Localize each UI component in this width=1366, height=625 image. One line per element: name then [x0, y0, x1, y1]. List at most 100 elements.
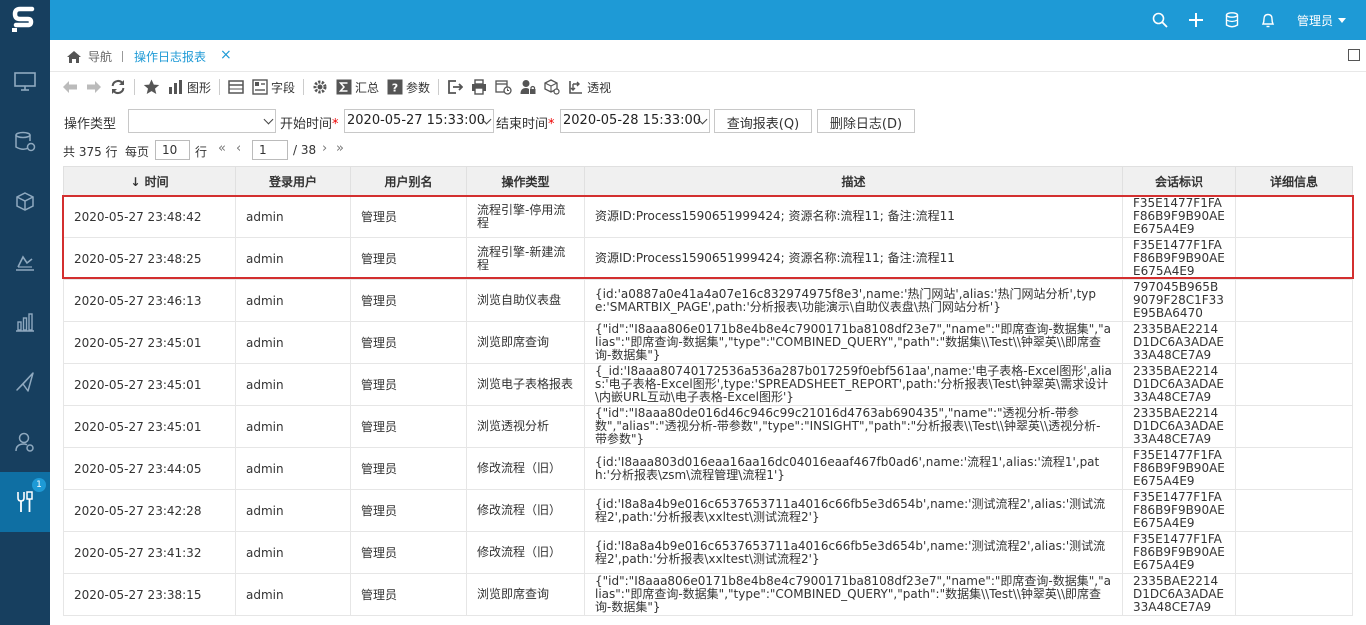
- header-session[interactable]: 会话标识: [1122, 166, 1236, 196]
- cell-detail[interactable]: [1235, 363, 1353, 406]
- print-button[interactable]: [467, 76, 491, 98]
- plus-icon[interactable]: [1187, 11, 1205, 29]
- cell-desc: {"id":"I8aaa806e0171b8e4b8e4c7900171ba81…: [584, 573, 1123, 616]
- table-view-button[interactable]: [224, 76, 248, 98]
- cell-user: admin: [235, 237, 351, 280]
- sidebar-item-send[interactable]: [0, 352, 50, 412]
- sidebar: 1: [0, 40, 50, 625]
- cell-alias: 管理员: [350, 321, 467, 364]
- delete-log-button[interactable]: 删除日志(D): [817, 109, 915, 133]
- send-icon: [16, 372, 34, 392]
- favorite-button[interactable]: [139, 76, 164, 98]
- cell-session: F35E1477F1FAF86B9F9B90AEE675A4E9: [1122, 237, 1236, 280]
- start-time-select[interactable]: 2020-05-27 15:33:00: [344, 109, 494, 133]
- cell-op-type: 浏览自助仪表盘: [466, 279, 585, 322]
- tab-home[interactable]: 导航: [66, 48, 112, 65]
- cell-detail[interactable]: [1235, 531, 1353, 574]
- op-type-select[interactable]: [128, 109, 276, 133]
- page-input[interactable]: 1: [252, 140, 288, 160]
- settings-button[interactable]: [308, 76, 332, 98]
- header-time[interactable]: ↓ 时间: [63, 166, 236, 196]
- cell-detail[interactable]: [1235, 405, 1353, 448]
- per-page-input[interactable]: 10: [155, 140, 190, 160]
- field-button[interactable]: 字段: [248, 76, 299, 98]
- sidebar-item-user-settings[interactable]: [0, 412, 50, 472]
- table-row[interactable]: 2020-05-27 23:45:01 admin 管理员 浏览电子表格报表 {…: [63, 363, 1353, 406]
- table-row[interactable]: 2020-05-27 23:45:01 admin 管理员 浏览即席查询 {"i…: [63, 321, 1353, 364]
- search-icon[interactable]: [1151, 11, 1169, 29]
- sidebar-item-monitor[interactable]: [0, 52, 50, 112]
- cell-detail[interactable]: [1235, 237, 1353, 280]
- chart-button[interactable]: 图形: [164, 76, 215, 98]
- top-bar: 管理员: [0, 0, 1366, 40]
- tab-close-icon[interactable]: ×: [220, 47, 232, 63]
- cell-time: 2020-05-27 23:45:01: [63, 321, 236, 364]
- maximize-icon[interactable]: [1348, 49, 1360, 61]
- table-row[interactable]: 2020-05-27 23:44:05 admin 管理员 修改流程（旧） {i…: [63, 447, 1353, 490]
- header-op-type[interactable]: 操作类型: [466, 166, 585, 196]
- schedule-icon: [495, 80, 512, 95]
- field-icon: [252, 79, 268, 95]
- schedule-button[interactable]: [491, 76, 516, 98]
- cell-desc: {"id":"I8aaa806e0171b8e4b8e4c7900171ba81…: [584, 321, 1123, 364]
- table-row[interactable]: 2020-05-27 23:41:32 admin 管理员 修改流程（旧） {i…: [63, 531, 1353, 574]
- svg-text:?: ?: [392, 82, 398, 95]
- refresh-button[interactable]: [106, 76, 130, 98]
- first-page-button[interactable]: «: [218, 141, 226, 156]
- header-alias[interactable]: 用户别名: [350, 166, 467, 196]
- summary-button[interactable]: 汇总: [332, 76, 383, 98]
- resource-button[interactable]: [540, 76, 564, 98]
- cell-detail[interactable]: [1235, 573, 1353, 616]
- table-row[interactable]: 2020-05-27 23:48:25 admin 管理员 流程引擎-新建流程 …: [63, 237, 1353, 280]
- sidebar-item-tools[interactable]: 1: [0, 472, 50, 532]
- cell-user: admin: [235, 405, 351, 448]
- cell-desc: {id:'I8a8a4b9e016c6537653711a4016c66fb5e…: [584, 531, 1123, 574]
- total-rows: 共 375 行: [63, 145, 118, 159]
- cell-detail[interactable]: [1235, 279, 1353, 322]
- cell-time: 2020-05-27 23:46:13: [63, 279, 236, 322]
- back-button[interactable]: [58, 76, 82, 98]
- database-icon[interactable]: [1223, 11, 1241, 29]
- cell-detail[interactable]: [1235, 321, 1353, 364]
- end-time-select[interactable]: 2020-05-28 15:33:00: [560, 109, 710, 133]
- cell-detail[interactable]: [1235, 489, 1353, 532]
- cell-detail[interactable]: [1235, 195, 1353, 238]
- export-button[interactable]: [443, 76, 467, 98]
- last-page-button[interactable]: »: [336, 141, 344, 156]
- next-page-button[interactable]: ›: [322, 141, 327, 156]
- end-time-label: 结束时间*: [496, 117, 555, 132]
- cell-session: 797045B965B9079F28C1F33E95BA6470: [1122, 279, 1236, 322]
- sigma-icon: [336, 79, 352, 95]
- table-row[interactable]: 2020-05-27 23:48:42 admin 管理员 流程引擎-停用流程 …: [63, 195, 1353, 238]
- sidebar-item-analysis[interactable]: [0, 232, 50, 292]
- sidebar-item-cube[interactable]: [0, 172, 50, 232]
- param-button[interactable]: ? 参数: [383, 76, 434, 98]
- user-menu[interactable]: 管理员: [1297, 12, 1346, 29]
- logo-icon: [12, 6, 35, 32]
- header-desc[interactable]: 描述: [584, 166, 1123, 196]
- prev-page-button[interactable]: ‹: [236, 141, 241, 156]
- monitor-icon: [14, 72, 36, 91]
- sidebar-item-bar-chart[interactable]: [0, 292, 50, 352]
- user-permission-button[interactable]: [516, 76, 540, 98]
- cell-detail[interactable]: [1235, 447, 1353, 490]
- op-type-label: 操作类型: [64, 117, 117, 132]
- table-row[interactable]: 2020-05-27 23:38:15 admin 管理员 浏览即席查询 {"i…: [63, 573, 1353, 616]
- filter-bar: 操作类型 开始时间* 2020-05-27 15:33:00 结束时间* 202…: [50, 108, 1366, 134]
- pivot-button[interactable]: 透视: [564, 76, 615, 98]
- tab-operation-log[interactable]: 操作日志报表: [134, 48, 206, 65]
- table-row[interactable]: 2020-05-27 23:42:28 admin 管理员 修改流程（旧） {i…: [63, 489, 1353, 532]
- field-label: 字段: [271, 80, 296, 95]
- forward-button[interactable]: [82, 76, 106, 98]
- app-logo[interactable]: [0, 0, 50, 40]
- sidebar-item-data[interactable]: [0, 112, 50, 172]
- table-row[interactable]: 2020-05-27 23:46:13 admin 管理员 浏览自助仪表盘 {i…: [63, 279, 1353, 322]
- table-row[interactable]: 2020-05-27 23:45:01 admin 管理员 浏览透视分析 {"i…: [63, 405, 1353, 448]
- toolbar-divider: [219, 79, 221, 95]
- cell-alias: 管理员: [350, 447, 467, 490]
- bell-icon[interactable]: [1259, 11, 1277, 29]
- header-user[interactable]: 登录用户: [235, 166, 351, 196]
- query-report-button[interactable]: 查询报表(Q): [714, 109, 812, 133]
- header-detail[interactable]: 详细信息: [1235, 166, 1353, 196]
- cell-time: 2020-05-27 23:44:05: [63, 447, 236, 490]
